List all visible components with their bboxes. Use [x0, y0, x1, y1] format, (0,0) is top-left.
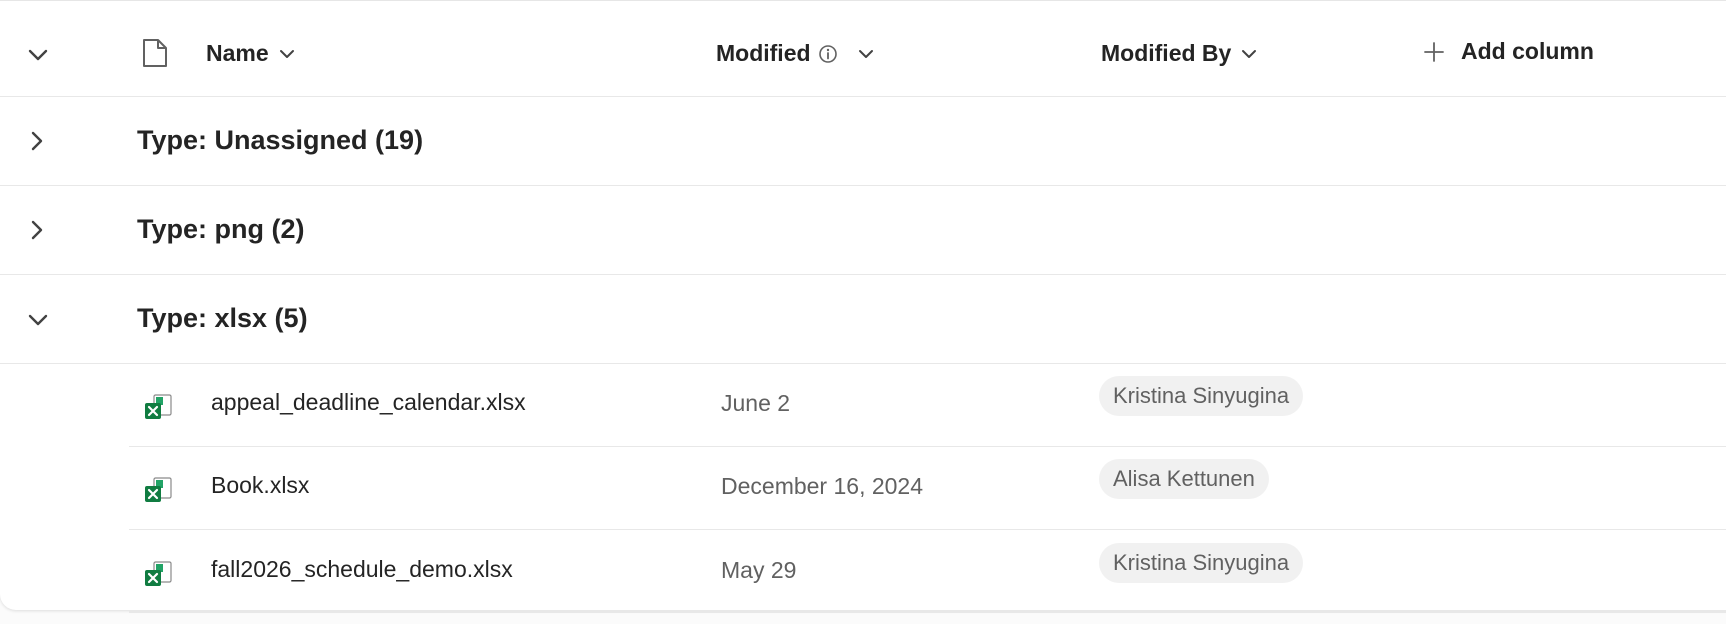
chevron-down-icon: [28, 49, 48, 61]
group-title: Type: xlsx (5): [137, 303, 308, 333]
modified-by-column-header[interactable]: Modified By: [1101, 40, 1257, 67]
collapse-all-toggle[interactable]: [23, 40, 53, 70]
excel-file-icon: [145, 477, 172, 502]
chevron-down-icon: [279, 49, 294, 58]
name-column-header[interactable]: Name: [206, 40, 295, 67]
group-header-png[interactable]: Type: png (2): [0, 186, 1726, 275]
collapse-group-toggle[interactable]: [23, 305, 53, 335]
modified-date: June 2: [721, 390, 791, 416]
modified-column-header[interactable]: Modified: [716, 40, 874, 67]
expand-group-toggle[interactable]: [22, 126, 52, 156]
file-row[interactable]: appeal_deadline_calendar.xlsx June 2 Kri…: [129, 364, 1726, 447]
group-title: Type: png (2): [137, 214, 305, 244]
group-title: Type: Unassigned (19): [137, 125, 424, 155]
excel-file-icon: [145, 561, 172, 586]
file-name[interactable]: fall2026_schedule_demo.xlsx: [211, 555, 513, 583]
chevron-right-icon: [31, 131, 43, 151]
modified-by-pill[interactable]: Kristina Sinyugina: [1099, 376, 1304, 416]
chevron-right-icon: [31, 220, 43, 240]
file-type-icon[interactable]: [142, 38, 168, 68]
excel-file-icon: [145, 394, 172, 419]
name-column-label: Name: [206, 40, 269, 66]
info-icon[interactable]: [818, 44, 838, 64]
chevron-down-icon: [858, 49, 873, 58]
modified-by-pill[interactable]: Kristina Sinyugina: [1099, 543, 1304, 583]
chevron-down-icon: [1242, 49, 1257, 58]
file-name[interactable]: appeal_deadline_calendar.xlsx: [211, 388, 526, 416]
file-list-panel: Name Modified Modified By Add column Typ…: [0, 0, 1726, 613]
modified-date: December 16, 2024: [721, 473, 924, 499]
add-column-label: Add column: [1461, 38, 1594, 64]
file-row[interactable]: Book.xlsx December 16, 2024 Alisa Kettun…: [129, 447, 1726, 530]
file-row[interactable]: fall2026_schedule_demo.xlsx May 29 Krist…: [129, 530, 1726, 613]
modified-column-label: Modified: [716, 40, 811, 66]
group-header-xlsx[interactable]: Type: xlsx (5): [0, 275, 1726, 364]
column-header-row: Name Modified Modified By Add column: [0, 14, 1726, 97]
modified-by-column-label: Modified By: [1101, 40, 1232, 66]
plus-icon: [1424, 41, 1444, 62]
group-header-unassigned[interactable]: Type: Unassigned (19): [0, 97, 1726, 186]
chevron-down-icon: [28, 314, 48, 326]
add-column-button[interactable]: Add column: [1423, 38, 1594, 65]
modified-date: May 29: [721, 557, 797, 583]
expand-group-toggle[interactable]: [22, 215, 52, 245]
modified-by-pill[interactable]: Alisa Kettunen: [1099, 459, 1269, 499]
file-name[interactable]: Book.xlsx: [211, 471, 309, 499]
